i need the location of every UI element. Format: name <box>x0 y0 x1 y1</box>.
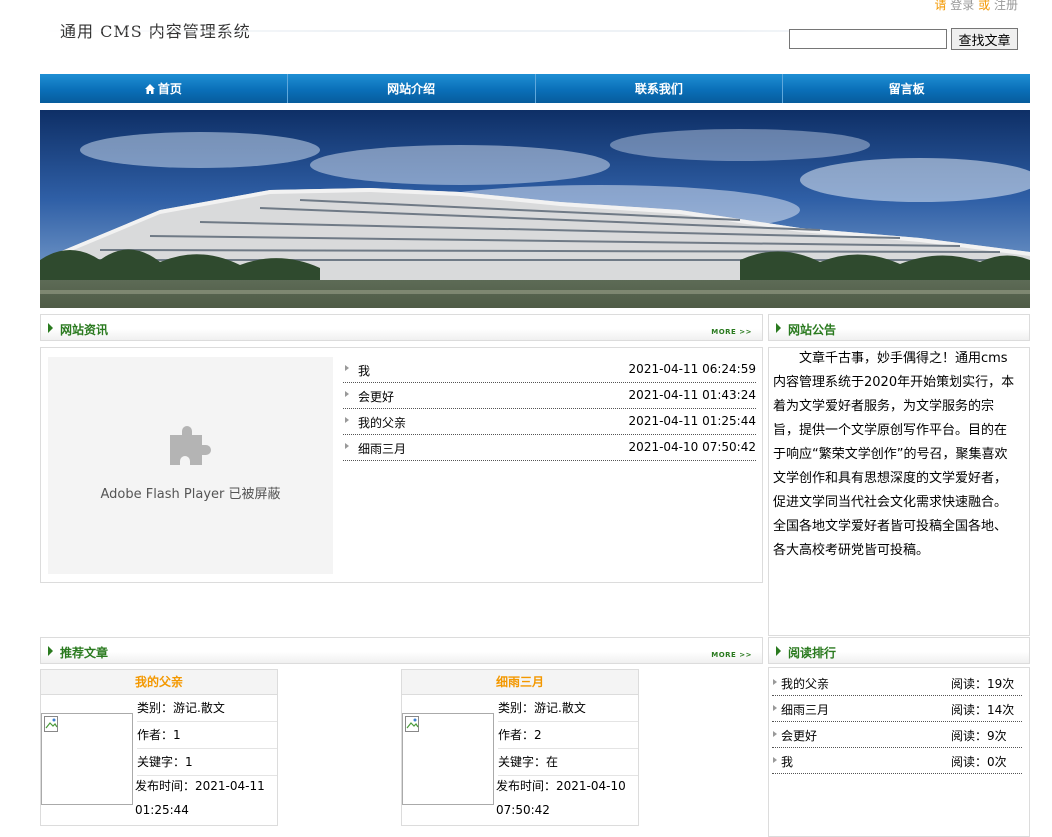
recommended-title-link[interactable]: 我的父亲 <box>41 670 277 695</box>
article-thumbnail[interactable] <box>41 713 133 805</box>
news-section-header: 网站资讯 MORE >> <box>40 314 763 341</box>
news-date: 2021-04-11 01:43:24 <box>628 388 756 402</box>
ranking-title-link[interactable]: 细雨三月 <box>781 701 829 718</box>
news-date: 2021-04-11 06:24:59 <box>628 362 756 376</box>
section-arrow-icon <box>48 646 53 656</box>
read-count: 阅读：14次 <box>951 703 1015 717</box>
list-item: 会更好 2021-04-11 01:43:24 <box>343 383 756 409</box>
bullet-icon <box>345 365 349 371</box>
bullet-icon <box>345 417 349 423</box>
ranking-title-link[interactable]: 我的父亲 <box>781 675 829 692</box>
list-item: 我的父亲 阅读：19次 <box>772 670 1022 696</box>
list-item: 我的父亲 2021-04-11 01:25:44 <box>343 409 756 435</box>
section-title: 推荐文章 <box>60 646 109 660</box>
login-bar: 请 登录 或 注册 <box>934 0 1018 13</box>
recommended-card: 细雨三月 类别：游记.散文 作者：2 关键字：在 发布时间：2021-04-10… <box>401 669 639 826</box>
recommended-title-link[interactable]: 细雨三月 <box>402 670 638 695</box>
read-count: 阅读：9次 <box>951 729 1007 743</box>
list-item: 细雨三月 2021-04-10 07:50:42 <box>343 435 756 461</box>
nav-item-about[interactable]: 网站介绍 <box>288 74 536 103</box>
notice-section-header: 网站公告 <box>768 314 1030 341</box>
news-more-link[interactable]: MORE >> <box>711 328 752 336</box>
article-published: 发布时间：2021-04-10 07:50:42 <box>496 779 626 817</box>
recommended-more-link[interactable]: MORE >> <box>711 651 752 659</box>
section-arrow-icon <box>48 323 53 333</box>
article-keyword: 关键字：1 <box>137 749 277 776</box>
article-category: 类别：游记.散文 <box>498 695 638 722</box>
notice-text: 文章千古事，妙手偶得之！通用cms内容管理系统于2020年开始策划实行，本着为文… <box>773 351 1015 558</box>
section-title: 网站公告 <box>788 323 837 337</box>
broken-image-icon <box>44 716 58 732</box>
bullet-icon <box>773 757 777 763</box>
article-author: 作者：2 <box>498 722 638 749</box>
ranking-section-header: 阅读排行 <box>768 637 1030 664</box>
recommended-section-header: 推荐文章 MORE >> <box>40 637 763 664</box>
news-date: 2021-04-11 01:25:44 <box>628 414 756 428</box>
broken-image-icon <box>405 716 419 732</box>
flash-placeholder: Adobe Flash Player 已被屏蔽 <box>48 357 333 574</box>
search-input[interactable] <box>789 29 947 49</box>
news-title-link[interactable]: 我的父亲 <box>358 414 406 431</box>
ranking-title-link[interactable]: 我 <box>781 753 793 770</box>
recommended-card: 我的父亲 类别：游记.散文 作者：1 关键字：1 发布时间：2021-04-11… <box>40 669 278 826</box>
home-icon <box>144 83 155 94</box>
main-nav: 首页 网站介绍 联系我们 留言板 <box>40 74 1030 103</box>
article-keyword: 关键字：在 <box>498 749 638 776</box>
nav-item-contact[interactable]: 联系我们 <box>536 74 784 103</box>
search-button[interactable]: 查找文章 <box>951 28 1018 50</box>
bullet-icon <box>773 705 777 711</box>
login-or: 或 <box>978 0 991 12</box>
nav-item-home[interactable]: 首页 <box>40 74 288 103</box>
list-item: 我 2021-04-11 06:24:59 <box>343 357 756 383</box>
section-arrow-icon <box>776 323 781 333</box>
login-link[interactable]: 登录 <box>950 0 974 12</box>
news-title-link[interactable]: 会更好 <box>358 388 394 405</box>
list-item: 会更好 阅读：9次 <box>772 722 1022 748</box>
news-title-link[interactable]: 细雨三月 <box>358 440 406 457</box>
news-date: 2021-04-10 07:50:42 <box>628 440 756 454</box>
bullet-icon <box>773 731 777 737</box>
section-title: 网站资讯 <box>60 323 109 337</box>
ranking-title-link[interactable]: 会更好 <box>781 727 817 744</box>
section-arrow-icon <box>776 646 781 656</box>
article-author: 作者：1 <box>137 722 277 749</box>
banner-image <box>40 110 1030 308</box>
nav-item-label: 首页 <box>157 82 182 96</box>
nav-item-guestbook[interactable]: 留言板 <box>783 74 1030 103</box>
list-item: 我 阅读：0次 <box>772 748 1022 774</box>
section-title: 阅读排行 <box>788 646 837 660</box>
read-count: 阅读：0次 <box>951 755 1007 769</box>
flash-blocked-label: Adobe Flash Player 已被屏蔽 <box>100 487 281 502</box>
bullet-icon <box>345 443 349 449</box>
read-count: 阅读：19次 <box>951 677 1015 691</box>
bullet-icon <box>345 391 349 397</box>
news-title-link[interactable]: 我 <box>358 362 370 379</box>
nav-item-label: 联系我们 <box>634 82 683 96</box>
nav-item-label: 网站介绍 <box>387 82 436 96</box>
article-published: 发布时间：2021-04-11 01:25:44 <box>135 779 265 817</box>
article-thumbnail[interactable] <box>402 713 494 805</box>
nav-item-label: 留言板 <box>888 82 925 96</box>
ranking-list: 我的父亲 阅读：19次 细雨三月 阅读：14次 会更好 阅读：9次 我 阅读：0… <box>772 670 1022 774</box>
puzzle-icon <box>170 426 211 465</box>
bullet-icon <box>773 679 777 685</box>
article-category: 类别：游记.散文 <box>137 695 277 722</box>
register-link[interactable]: 注册 <box>994 0 1018 12</box>
news-list: 我 2021-04-11 06:24:59 会更好 2021-04-11 01:… <box>343 357 756 461</box>
login-prefix: 请 <box>934 0 947 12</box>
list-item: 细雨三月 阅读：14次 <box>772 696 1022 722</box>
